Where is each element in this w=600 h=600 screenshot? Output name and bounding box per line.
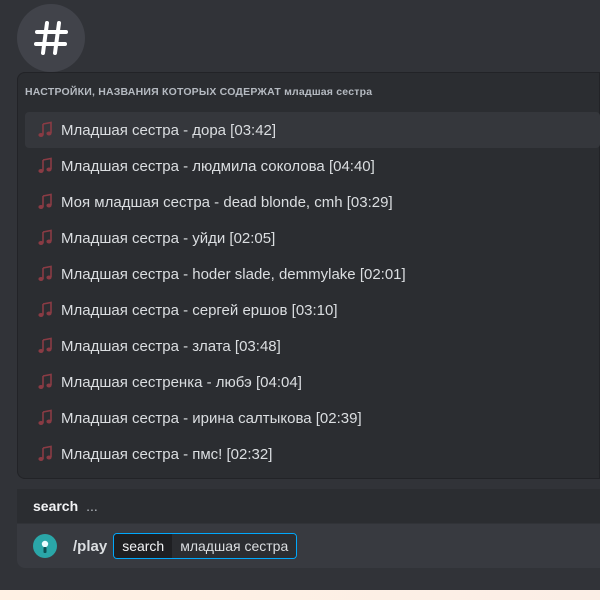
music-note-icon — [36, 301, 54, 319]
music-note-icon — [36, 121, 54, 139]
hash-icon — [34, 21, 68, 55]
autocomplete-item[interactable]: Младшая сестра - дора [03:42] — [25, 112, 600, 148]
music-note-icon — [36, 265, 54, 283]
option-key: search — [114, 534, 173, 558]
autocomplete-item-label: Младшая сестра - злата [03:48] — [61, 337, 281, 355]
autocomplete-header-prefix: НАСТРОЙКИ, НАЗВАНИЯ КОТОРЫХ СОДЕРЖАТ — [25, 86, 281, 98]
autocomplete-item[interactable]: Младшая сестра - злата [03:48] — [25, 328, 600, 364]
autocomplete-list: Младшая сестра - дора [03:42] Младшая се… — [25, 112, 600, 472]
bottom-strip — [0, 590, 600, 600]
autocomplete-panel: НАСТРОЙКИ, НАЗВАНИЯ КОТОРЫХ СОДЕРЖАТ мла… — [17, 72, 600, 479]
autocomplete-item[interactable]: Младшая сестренка - любэ [04:04] — [25, 364, 600, 400]
music-note-icon — [36, 373, 54, 391]
autocomplete-item-label: Младшая сестра - hoder slade, demmylake … — [61, 265, 406, 283]
autocomplete-item[interactable]: Младшая сестра - сергей ершов [03:10] — [25, 292, 600, 328]
music-note-icon — [36, 445, 54, 463]
music-note-icon — [36, 193, 54, 211]
option-value[interactable]: младшая сестра — [172, 534, 297, 558]
autocomplete-item-label: Младшая сестренка - любэ [04:04] — [61, 373, 302, 391]
autocomplete-item-label: Младшая сестра - ирина салтыкова [02:39] — [61, 409, 362, 427]
autocomplete-item[interactable]: Младшая сестра - людмила соколова [04:40… — [25, 148, 600, 184]
autocomplete-header: НАСТРОЙКИ, НАЗВАНИЯ КОТОРЫХ СОДЕРЖАТ мла… — [25, 86, 372, 98]
slash-command: /play — [73, 537, 108, 555]
autocomplete-item[interactable]: Младшая сестра - hoder slade, demmylake … — [25, 256, 600, 292]
autocomplete-item-label: Младшая сестра - дора [03:42] — [61, 121, 277, 139]
bot-avatar-icon — [33, 534, 57, 558]
autocomplete-item-label: Младшая сестра - сергей ершов [03:10] — [61, 301, 338, 319]
autocomplete-item-label: Младшая сестра - людмила соколова [04:40… — [61, 157, 375, 175]
music-note-icon — [36, 157, 54, 175]
channel-hash-icon — [17, 4, 85, 72]
autocomplete-item-label: Моя младшая сестра - dead blonde, cmh [0… — [61, 193, 393, 211]
autocomplete-item[interactable]: Младшая сестра - уйди [02:05] — [25, 220, 600, 256]
autocomplete-item[interactable]: Моя младшая сестра - dead blonde, cmh [0… — [25, 184, 600, 220]
message-input[interactable]: /play search младшая сестра — [17, 524, 600, 568]
music-note-icon — [36, 409, 54, 427]
command-option-chip[interactable]: search младшая сестра — [113, 533, 298, 559]
autocomplete-item-label: Младшая сестра - уйди [02:05] — [61, 229, 276, 247]
autocomplete-item[interactable]: Младшая сестра - ирина салтыкова [02:39] — [25, 400, 600, 436]
autocomplete-header-query: младшая сестра — [284, 86, 373, 98]
option-name[interactable]: search — [33, 498, 78, 514]
music-note-icon — [36, 229, 54, 247]
autocomplete-item-label: Младшая сестра - пмс! [02:32] — [61, 445, 273, 463]
music-note-icon — [36, 337, 54, 355]
command-options-bar: search ... — [17, 489, 600, 523]
more-options-indicator: ... — [86, 498, 98, 514]
autocomplete-item[interactable]: Младшая сестра - пмс! [02:32] — [25, 436, 600, 472]
